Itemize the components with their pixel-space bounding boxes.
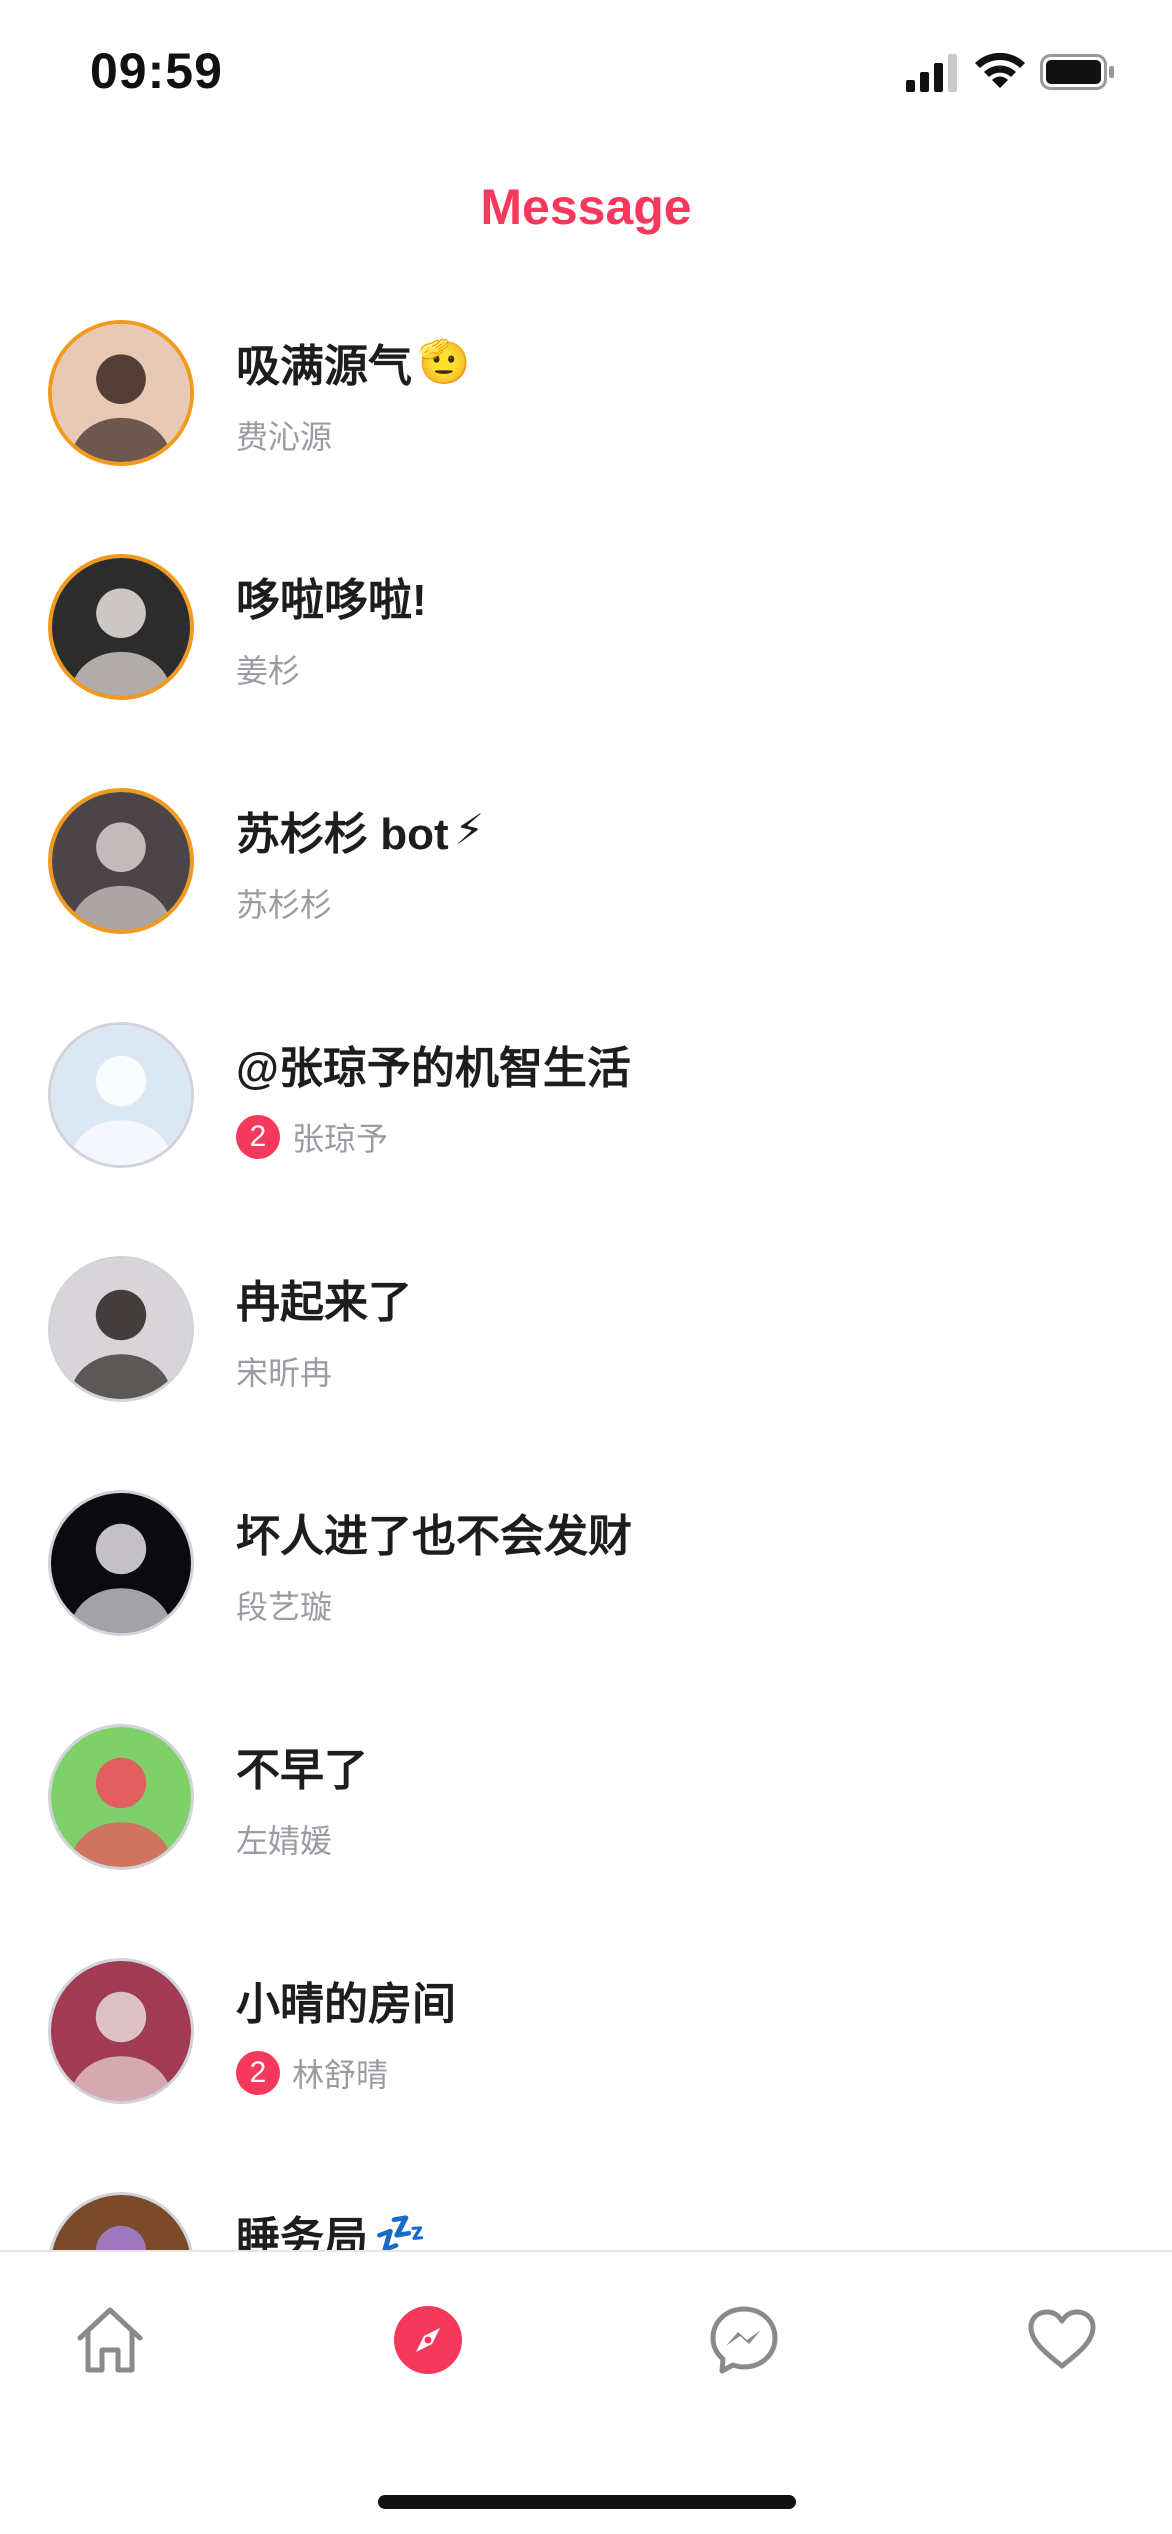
cellular-signal-icon: [906, 52, 960, 92]
conversation-item[interactable]: 不早了 左婧媛: [0, 1704, 1172, 1938]
conversation-subtitle: 费沁源: [236, 419, 333, 455]
title-emoji: 🫡: [418, 338, 471, 385]
conversation-title: 冉起来了: [236, 1266, 412, 1330]
status-time: 09:59: [90, 43, 223, 99]
messenger-icon: [710, 2306, 778, 2374]
conversation-title-text: 哆啦哆啦!: [236, 576, 427, 625]
home-indicator[interactable]: [378, 2495, 796, 2509]
conversation-item[interactable]: 睡务局 💤: [0, 2172, 1172, 2250]
conversation-title: 小晴的房间: [236, 1968, 456, 2032]
conversation-title: 不早了: [236, 1734, 368, 1798]
conversation-title-text: 冉起来了: [236, 1278, 412, 1327]
conversation-title: 哆啦哆啦!: [236, 564, 427, 628]
avatar[interactable]: [48, 320, 194, 466]
avatar[interactable]: [48, 2192, 194, 2250]
conversation-title-text: 坏人进了也不会发财: [236, 1512, 632, 1561]
tab-home[interactable]: [70, 2300, 150, 2380]
conversation-subtitle: 宋昕冉: [236, 1355, 333, 1391]
conversation-list: 吸满源气 🫡 费沁源哆啦哆啦! 姜杉苏杉杉 bot ⚡ 苏杉杉 @张琼予的机智生活 2 张琼予冉…: [0, 300, 1172, 2250]
avatar[interactable]: [48, 788, 194, 934]
wifi-icon: [972, 48, 1028, 92]
conversation-subtitle-row: 2 张琼予: [236, 1114, 388, 1160]
conversation-title: @张琼予的机智生活: [236, 1032, 631, 1096]
conversation-subtitle: 段艺璇: [236, 1589, 333, 1625]
tab-favorites[interactable]: [1022, 2300, 1102, 2380]
conversation-item[interactable]: 苏杉杉 bot ⚡ 苏杉杉: [0, 768, 1172, 1002]
conversation-item[interactable]: @张琼予的机智生活 2 张琼予: [0, 1002, 1172, 1236]
tab-discover[interactable]: [388, 2300, 468, 2380]
avatar[interactable]: [48, 1256, 194, 1402]
unread-badge: 2: [236, 2051, 280, 2095]
conversation-subtitle: 林舒晴: [292, 2057, 389, 2093]
heart-icon: [1028, 2309, 1096, 2369]
conversation-title-text: 吸满源气: [236, 342, 412, 391]
status-bar: 09:59: [0, 0, 1172, 150]
conversation-subtitle-row: 左婧媛: [236, 1816, 332, 1862]
avatar[interactable]: [48, 554, 194, 700]
conversation-subtitle: 张琼予: [292, 1121, 389, 1157]
avatar[interactable]: [48, 1490, 194, 1636]
conversation-subtitle-row: 姜杉: [236, 646, 300, 692]
unread-badge: 2: [236, 1115, 280, 1159]
conversation-subtitle-row: 宋昕冉: [236, 1348, 332, 1394]
conversation-title-text: 睡务局: [236, 2214, 368, 2250]
compass-icon: [394, 2306, 462, 2374]
conversation-title: 苏杉杉 bot ⚡: [236, 798, 484, 862]
conversation-title-text: 小晴的房间: [236, 1980, 456, 2029]
conversation-subtitle: 苏杉杉: [236, 887, 333, 923]
avatar[interactable]: [48, 1022, 194, 1168]
conversation-item[interactable]: 坏人进了也不会发财段艺璇: [0, 1470, 1172, 1704]
conversation-title-text: 不早了: [236, 1746, 368, 1795]
page-title: Message: [480, 179, 692, 235]
tab-bar: [0, 2250, 1172, 2534]
conversation-subtitle: 姜杉: [236, 653, 301, 689]
conversation-subtitle: 左婧媛: [236, 1823, 333, 1859]
conversation-item[interactable]: 小晴的房间 2 林舒晴: [0, 1938, 1172, 2172]
conversation-title-text: 苏杉杉 bot: [236, 810, 449, 859]
conversation-subtitle-row: 2 林舒晴: [236, 2050, 388, 2096]
title-emoji: ⚡: [454, 806, 485, 853]
tab-messenger[interactable]: [704, 2300, 784, 2380]
battery-icon: [1040, 54, 1116, 90]
conversation-title: 坏人进了也不会发财: [236, 1500, 632, 1564]
conversation-subtitle-row: 苏杉杉: [236, 880, 332, 926]
conversation-item[interactable]: 吸满源气 🫡 费沁源: [0, 300, 1172, 534]
conversation-title: 睡务局 💤: [236, 2202, 427, 2251]
avatar[interactable]: [48, 1724, 194, 1870]
home-icon: [77, 2307, 143, 2373]
conversation-title-text: @张琼予的机智生活: [236, 1044, 631, 1093]
conversation-item[interactable]: 哆啦哆啦! 姜杉: [0, 534, 1172, 768]
avatar[interactable]: [48, 1958, 194, 2104]
conversation-item[interactable]: 冉起来了 宋昕冉: [0, 1236, 1172, 1470]
conversation-subtitle-row: 费沁源: [236, 412, 332, 458]
conversation-subtitle-row: 段艺璇: [236, 1582, 332, 1628]
title-emoji: 💤: [374, 2210, 427, 2251]
conversation-title: 吸满源气 🫡: [236, 330, 470, 394]
